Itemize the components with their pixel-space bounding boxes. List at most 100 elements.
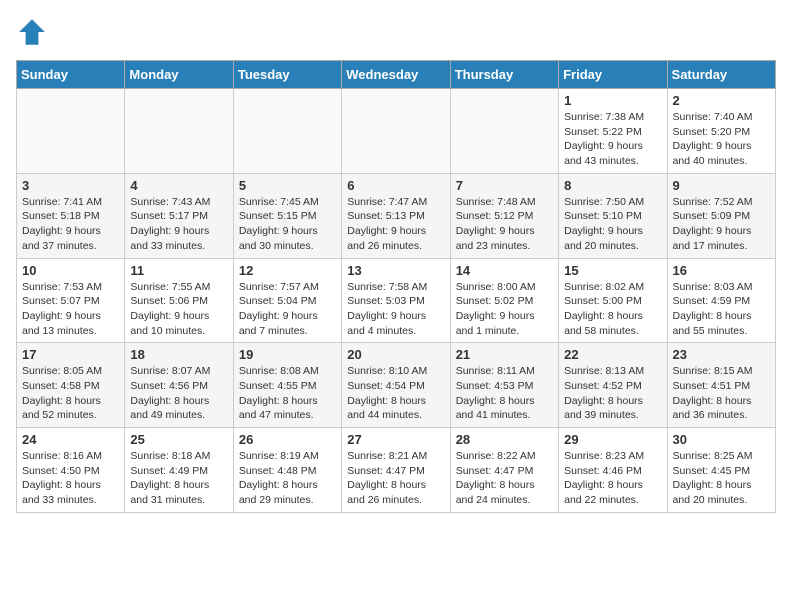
calendar-cell: 29 Sunrise: 8:23 AM Sunset: 4:46 PM Dayli… [559,428,667,513]
week-row-2: 3Sunrise: 7:41 AM Sunset: 5:18 PM Daylig… [17,173,776,258]
day-number: 12 [239,263,336,278]
weekday-header-sunday: Sunday [17,61,125,89]
day-number: 24 [22,432,119,447]
page-header [16,16,776,48]
calendar-cell: 26 Sunrise: 8:19 AM Sunset: 4:48 PM Dayli… [233,428,341,513]
week-row-1: 1Sunrise: 7:38 AM Sunset: 5:22 PM Daylig… [17,89,776,174]
calendar-cell: 15 Sunrise: 8:02 AM Sunset: 5:00 PM Dayli… [559,258,667,343]
day-info: Sunrise: 7:55 AM Sunset: 5:06 PM Dayligh… [130,280,227,339]
day-number: 4 [130,178,227,193]
weekday-header-thursday: Thursday [450,61,558,89]
calendar-cell: 30 Sunrise: 8:25 AM Sunset: 4:45 PM Dayli… [667,428,775,513]
day-number: 7 [456,178,553,193]
calendar-cell: 8 Sunrise: 7:50 AM Sunset: 5:10 PM Daylig… [559,173,667,258]
day-number: 8 [564,178,661,193]
day-number: 5 [239,178,336,193]
calendar-cell: 14Sunrise: 8:00 AM Sunset: 5:02 PM Dayli… [450,258,558,343]
calendar-cell [17,89,125,174]
day-number: 11 [130,263,227,278]
day-number: 28 [456,432,553,447]
day-number: 17 [22,347,119,362]
calendar-cell: 28Sunrise: 8:22 AM Sunset: 4:47 PM Dayli… [450,428,558,513]
calendar-cell [450,89,558,174]
calendar-cell: 23Sunrise: 8:15 AM Sunset: 4:51 PM Dayli… [667,343,775,428]
day-info: Sunrise: 7:58 AM Sunset: 5:03 PM Dayligh… [347,280,444,339]
day-info: Sunrise: 7:45 AM Sunset: 5:15 PM Dayligh… [239,195,336,254]
day-info: Sunrise: 8:07 AM Sunset: 4:56 PM Dayligh… [130,364,227,423]
calendar-cell [342,89,450,174]
day-info: Sunrise: 8:11 AM Sunset: 4:53 PM Dayligh… [456,364,553,423]
day-number: 10 [22,263,119,278]
day-info: Sunrise: 8:25 AM Sunset: 4:45 PM Dayligh… [673,449,770,508]
calendar-cell: 17 Sunrise: 8:05 AM Sunset: 4:58 PM Dayli… [17,343,125,428]
calendar-cell: 25Sunrise: 8:18 AM Sunset: 4:49 PM Dayli… [125,428,233,513]
day-info: Sunrise: 7:48 AM Sunset: 5:12 PM Dayligh… [456,195,553,254]
day-info: Sunrise: 7:50 AM Sunset: 5:10 PM Dayligh… [564,195,661,254]
calendar-cell: 4 Sunrise: 7:43 AM Sunset: 5:17 PM Daylig… [125,173,233,258]
day-info: Sunrise: 8:23 AM Sunset: 4:46 PM Dayligh… [564,449,661,508]
day-number: 9 [673,178,770,193]
day-number: 14 [456,263,553,278]
calendar-cell: 5 Sunrise: 7:45 AM Sunset: 5:15 PM Daylig… [233,173,341,258]
calendar-cell: 2 Sunrise: 7:40 AM Sunset: 5:20 PM Daylig… [667,89,775,174]
weekday-header-tuesday: Tuesday [233,61,341,89]
day-info: Sunrise: 7:52 AM Sunset: 5:09 PM Dayligh… [673,195,770,254]
logo-icon [16,16,48,48]
calendar-cell: 21 Sunrise: 8:11 AM Sunset: 4:53 PM Dayli… [450,343,558,428]
day-number: 15 [564,263,661,278]
calendar-table: SundayMondayTuesdayWednesdayThursdayFrid… [16,60,776,513]
weekday-header-row: SundayMondayTuesdayWednesdayThursdayFrid… [17,61,776,89]
day-number: 18 [130,347,227,362]
day-info: Sunrise: 8:10 AM Sunset: 4:54 PM Dayligh… [347,364,444,423]
week-row-4: 17 Sunrise: 8:05 AM Sunset: 4:58 PM Dayli… [17,343,776,428]
calendar-cell: 6Sunrise: 7:47 AM Sunset: 5:13 PM Daylig… [342,173,450,258]
calendar-cell: 10 Sunrise: 7:53 AM Sunset: 5:07 PM Dayli… [17,258,125,343]
weekday-header-wednesday: Wednesday [342,61,450,89]
calendar-cell: 13 Sunrise: 7:58 AM Sunset: 5:03 PM Dayli… [342,258,450,343]
calendar-cell: 16 Sunrise: 8:03 AM Sunset: 4:59 PM Dayli… [667,258,775,343]
calendar-cell: 12 Sunrise: 7:57 AM Sunset: 5:04 PM Dayli… [233,258,341,343]
day-info: Sunrise: 8:03 AM Sunset: 4:59 PM Dayligh… [673,280,770,339]
calendar-cell: 20 Sunrise: 8:10 AM Sunset: 4:54 PM Dayli… [342,343,450,428]
weekday-header-friday: Friday [559,61,667,89]
day-info: Sunrise: 8:05 AM Sunset: 4:58 PM Dayligh… [22,364,119,423]
day-info: Sunrise: 8:02 AM Sunset: 5:00 PM Dayligh… [564,280,661,339]
day-info: Sunrise: 8:13 AM Sunset: 4:52 PM Dayligh… [564,364,661,423]
day-number: 13 [347,263,444,278]
calendar-cell: 27 Sunrise: 8:21 AM Sunset: 4:47 PM Dayli… [342,428,450,513]
weekday-header-saturday: Saturday [667,61,775,89]
day-number: 29 [564,432,661,447]
calendar-cell [125,89,233,174]
calendar-cell: 9 Sunrise: 7:52 AM Sunset: 5:09 PM Daylig… [667,173,775,258]
day-info: Sunrise: 8:19 AM Sunset: 4:48 PM Dayligh… [239,449,336,508]
day-info: Sunrise: 8:15 AM Sunset: 4:51 PM Dayligh… [673,364,770,423]
calendar-cell [233,89,341,174]
day-number: 30 [673,432,770,447]
calendar-cell: 11 Sunrise: 7:55 AM Sunset: 5:06 PM Dayli… [125,258,233,343]
day-number: 22 [564,347,661,362]
day-number: 21 [456,347,553,362]
calendar-cell: 7 Sunrise: 7:48 AM Sunset: 5:12 PM Daylig… [450,173,558,258]
day-info: Sunrise: 7:57 AM Sunset: 5:04 PM Dayligh… [239,280,336,339]
day-number: 27 [347,432,444,447]
week-row-3: 10 Sunrise: 7:53 AM Sunset: 5:07 PM Dayli… [17,258,776,343]
day-number: 2 [673,93,770,108]
calendar-cell: 24Sunrise: 8:16 AM Sunset: 4:50 PM Dayli… [17,428,125,513]
weekday-header-monday: Monday [125,61,233,89]
day-number: 26 [239,432,336,447]
calendar-cell: 22 Sunrise: 8:13 AM Sunset: 4:52 PM Dayli… [559,343,667,428]
day-info: Sunrise: 7:53 AM Sunset: 5:07 PM Dayligh… [22,280,119,339]
day-info: Sunrise: 7:47 AM Sunset: 5:13 PM Dayligh… [347,195,444,254]
calendar-cell: 19Sunrise: 8:08 AM Sunset: 4:55 PM Dayli… [233,343,341,428]
calendar-cell: 3Sunrise: 7:41 AM Sunset: 5:18 PM Daylig… [17,173,125,258]
day-info: Sunrise: 8:21 AM Sunset: 4:47 PM Dayligh… [347,449,444,508]
day-number: 20 [347,347,444,362]
week-row-5: 24Sunrise: 8:16 AM Sunset: 4:50 PM Dayli… [17,428,776,513]
logo [16,16,52,48]
calendar-cell: 1Sunrise: 7:38 AM Sunset: 5:22 PM Daylig… [559,89,667,174]
day-number: 16 [673,263,770,278]
day-info: Sunrise: 7:43 AM Sunset: 5:17 PM Dayligh… [130,195,227,254]
day-info: Sunrise: 7:40 AM Sunset: 5:20 PM Dayligh… [673,110,770,169]
day-info: Sunrise: 8:08 AM Sunset: 4:55 PM Dayligh… [239,364,336,423]
day-info: Sunrise: 8:18 AM Sunset: 4:49 PM Dayligh… [130,449,227,508]
